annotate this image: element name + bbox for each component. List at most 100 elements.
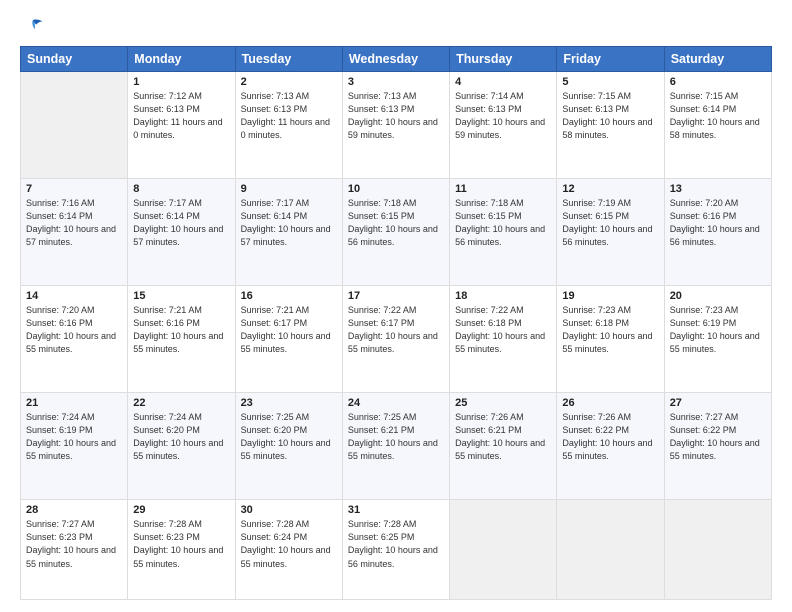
calendar-cell: [664, 500, 771, 600]
day-info: Sunrise: 7:18 AM Sunset: 6:15 PM Dayligh…: [455, 197, 551, 249]
day-number: 14: [26, 290, 122, 302]
day-number: 29: [133, 504, 229, 516]
day-number: 8: [133, 183, 229, 195]
calendar-cell: 24 Sunrise: 7:25 AM Sunset: 6:21 PM Dayli…: [342, 393, 449, 500]
day-info: Sunrise: 7:22 AM Sunset: 6:17 PM Dayligh…: [348, 304, 444, 356]
calendar-cell: [557, 500, 664, 600]
day-number: 15: [133, 290, 229, 302]
day-number: 19: [562, 290, 658, 302]
day-number: 26: [562, 397, 658, 409]
calendar-header-row: SundayMondayTuesdayWednesdayThursdayFrid…: [21, 47, 772, 72]
day-info: Sunrise: 7:17 AM Sunset: 6:14 PM Dayligh…: [241, 197, 337, 249]
day-info: Sunrise: 7:23 AM Sunset: 6:19 PM Dayligh…: [670, 304, 766, 356]
day-number: 12: [562, 183, 658, 195]
calendar-cell: 30 Sunrise: 7:28 AM Sunset: 6:24 PM Dayli…: [235, 500, 342, 600]
calendar-cell: 21 Sunrise: 7:24 AM Sunset: 6:19 PM Dayli…: [21, 393, 128, 500]
day-number: 3: [348, 76, 444, 88]
day-info: Sunrise: 7:14 AM Sunset: 6:13 PM Dayligh…: [455, 90, 551, 142]
calendar-cell: 10 Sunrise: 7:18 AM Sunset: 6:15 PM Dayli…: [342, 179, 449, 286]
calendar-cell: 7 Sunrise: 7:16 AM Sunset: 6:14 PM Daylig…: [21, 179, 128, 286]
calendar-cell: 11 Sunrise: 7:18 AM Sunset: 6:15 PM Dayli…: [450, 179, 557, 286]
calendar-cell: 5 Sunrise: 7:15 AM Sunset: 6:13 PM Daylig…: [557, 72, 664, 179]
day-info: Sunrise: 7:21 AM Sunset: 6:17 PM Dayligh…: [241, 304, 337, 356]
calendar-cell: 26 Sunrise: 7:26 AM Sunset: 6:22 PM Dayli…: [557, 393, 664, 500]
calendar-table: SundayMondayTuesdayWednesdayThursdayFrid…: [20, 46, 772, 600]
logo-bird-icon: [22, 18, 44, 36]
day-info: Sunrise: 7:12 AM Sunset: 6:13 PM Dayligh…: [133, 90, 229, 142]
day-number: 2: [241, 76, 337, 88]
day-header-sunday: Sunday: [21, 47, 128, 72]
day-info: Sunrise: 7:20 AM Sunset: 6:16 PM Dayligh…: [26, 304, 122, 356]
day-number: 4: [455, 76, 551, 88]
calendar-cell: [21, 72, 128, 179]
day-header-monday: Monday: [128, 47, 235, 72]
calendar-cell: [450, 500, 557, 600]
page: SundayMondayTuesdayWednesdayThursdayFrid…: [0, 0, 792, 612]
day-info: Sunrise: 7:15 AM Sunset: 6:14 PM Dayligh…: [670, 90, 766, 142]
calendar-cell: 2 Sunrise: 7:13 AM Sunset: 6:13 PM Daylig…: [235, 72, 342, 179]
calendar-cell: 9 Sunrise: 7:17 AM Sunset: 6:14 PM Daylig…: [235, 179, 342, 286]
day-number: 24: [348, 397, 444, 409]
day-info: Sunrise: 7:28 AM Sunset: 6:25 PM Dayligh…: [348, 518, 444, 570]
day-info: Sunrise: 7:28 AM Sunset: 6:24 PM Dayligh…: [241, 518, 337, 570]
calendar-cell: 4 Sunrise: 7:14 AM Sunset: 6:13 PM Daylig…: [450, 72, 557, 179]
day-number: 9: [241, 183, 337, 195]
day-number: 10: [348, 183, 444, 195]
day-info: Sunrise: 7:27 AM Sunset: 6:22 PM Dayligh…: [670, 411, 766, 463]
day-header-wednesday: Wednesday: [342, 47, 449, 72]
day-number: 11: [455, 183, 551, 195]
day-number: 23: [241, 397, 337, 409]
header: [20, 18, 772, 36]
calendar-cell: 16Sunrise: 7:21 AM Sunset: 6:17 PM Dayli…: [235, 286, 342, 393]
day-header-thursday: Thursday: [450, 47, 557, 72]
day-number: 18: [455, 290, 551, 302]
calendar-cell: 13 Sunrise: 7:20 AM Sunset: 6:16 PM Dayli…: [664, 179, 771, 286]
day-number: 21: [26, 397, 122, 409]
day-header-tuesday: Tuesday: [235, 47, 342, 72]
calendar-cell: 6Sunrise: 7:15 AM Sunset: 6:14 PM Daylig…: [664, 72, 771, 179]
logo: [20, 18, 44, 36]
day-info: Sunrise: 7:13 AM Sunset: 6:13 PM Dayligh…: [241, 90, 337, 142]
calendar-cell: 8 Sunrise: 7:17 AM Sunset: 6:14 PM Daylig…: [128, 179, 235, 286]
day-info: Sunrise: 7:26 AM Sunset: 6:22 PM Dayligh…: [562, 411, 658, 463]
day-info: Sunrise: 7:21 AM Sunset: 6:16 PM Dayligh…: [133, 304, 229, 356]
day-info: Sunrise: 7:24 AM Sunset: 6:19 PM Dayligh…: [26, 411, 122, 463]
day-info: Sunrise: 7:18 AM Sunset: 6:15 PM Dayligh…: [348, 197, 444, 249]
day-info: Sunrise: 7:23 AM Sunset: 6:18 PM Dayligh…: [562, 304, 658, 356]
day-number: 28: [26, 504, 122, 516]
day-info: Sunrise: 7:28 AM Sunset: 6:23 PM Dayligh…: [133, 518, 229, 570]
calendar-cell: 29 Sunrise: 7:28 AM Sunset: 6:23 PM Dayli…: [128, 500, 235, 600]
day-number: 31: [348, 504, 444, 516]
day-info: Sunrise: 7:25 AM Sunset: 6:21 PM Dayligh…: [348, 411, 444, 463]
day-number: 13: [670, 183, 766, 195]
calendar-cell: 22Sunrise: 7:24 AM Sunset: 6:20 PM Dayli…: [128, 393, 235, 500]
calendar-cell: 20 Sunrise: 7:23 AM Sunset: 6:19 PM Dayli…: [664, 286, 771, 393]
day-info: Sunrise: 7:24 AM Sunset: 6:20 PM Dayligh…: [133, 411, 229, 463]
calendar-cell: 17Sunrise: 7:22 AM Sunset: 6:17 PM Dayli…: [342, 286, 449, 393]
day-number: 30: [241, 504, 337, 516]
day-header-saturday: Saturday: [664, 47, 771, 72]
day-number: 7: [26, 183, 122, 195]
day-number: 1: [133, 76, 229, 88]
calendar-cell: 1 Sunrise: 7:12 AM Sunset: 6:13 PM Daylig…: [128, 72, 235, 179]
day-number: 20: [670, 290, 766, 302]
day-info: Sunrise: 7:17 AM Sunset: 6:14 PM Dayligh…: [133, 197, 229, 249]
day-info: Sunrise: 7:25 AM Sunset: 6:20 PM Dayligh…: [241, 411, 337, 463]
day-info: Sunrise: 7:22 AM Sunset: 6:18 PM Dayligh…: [455, 304, 551, 356]
day-info: Sunrise: 7:20 AM Sunset: 6:16 PM Dayligh…: [670, 197, 766, 249]
calendar-cell: 18 Sunrise: 7:22 AM Sunset: 6:18 PM Dayli…: [450, 286, 557, 393]
day-info: Sunrise: 7:13 AM Sunset: 6:13 PM Dayligh…: [348, 90, 444, 142]
day-info: Sunrise: 7:27 AM Sunset: 6:23 PM Dayligh…: [26, 518, 122, 570]
calendar-cell: 3 Sunrise: 7:13 AM Sunset: 6:13 PM Daylig…: [342, 72, 449, 179]
day-number: 25: [455, 397, 551, 409]
calendar-cell: 31 Sunrise: 7:28 AM Sunset: 6:25 PM Dayli…: [342, 500, 449, 600]
day-number: 27: [670, 397, 766, 409]
day-header-friday: Friday: [557, 47, 664, 72]
calendar-cell: 12Sunrise: 7:19 AM Sunset: 6:15 PM Dayli…: [557, 179, 664, 286]
day-info: Sunrise: 7:15 AM Sunset: 6:13 PM Dayligh…: [562, 90, 658, 142]
calendar-cell: 15 Sunrise: 7:21 AM Sunset: 6:16 PM Dayli…: [128, 286, 235, 393]
day-info: Sunrise: 7:16 AM Sunset: 6:14 PM Dayligh…: [26, 197, 122, 249]
calendar-cell: 19 Sunrise: 7:23 AM Sunset: 6:18 PM Dayli…: [557, 286, 664, 393]
day-info: Sunrise: 7:26 AM Sunset: 6:21 PM Dayligh…: [455, 411, 551, 463]
day-number: 5: [562, 76, 658, 88]
